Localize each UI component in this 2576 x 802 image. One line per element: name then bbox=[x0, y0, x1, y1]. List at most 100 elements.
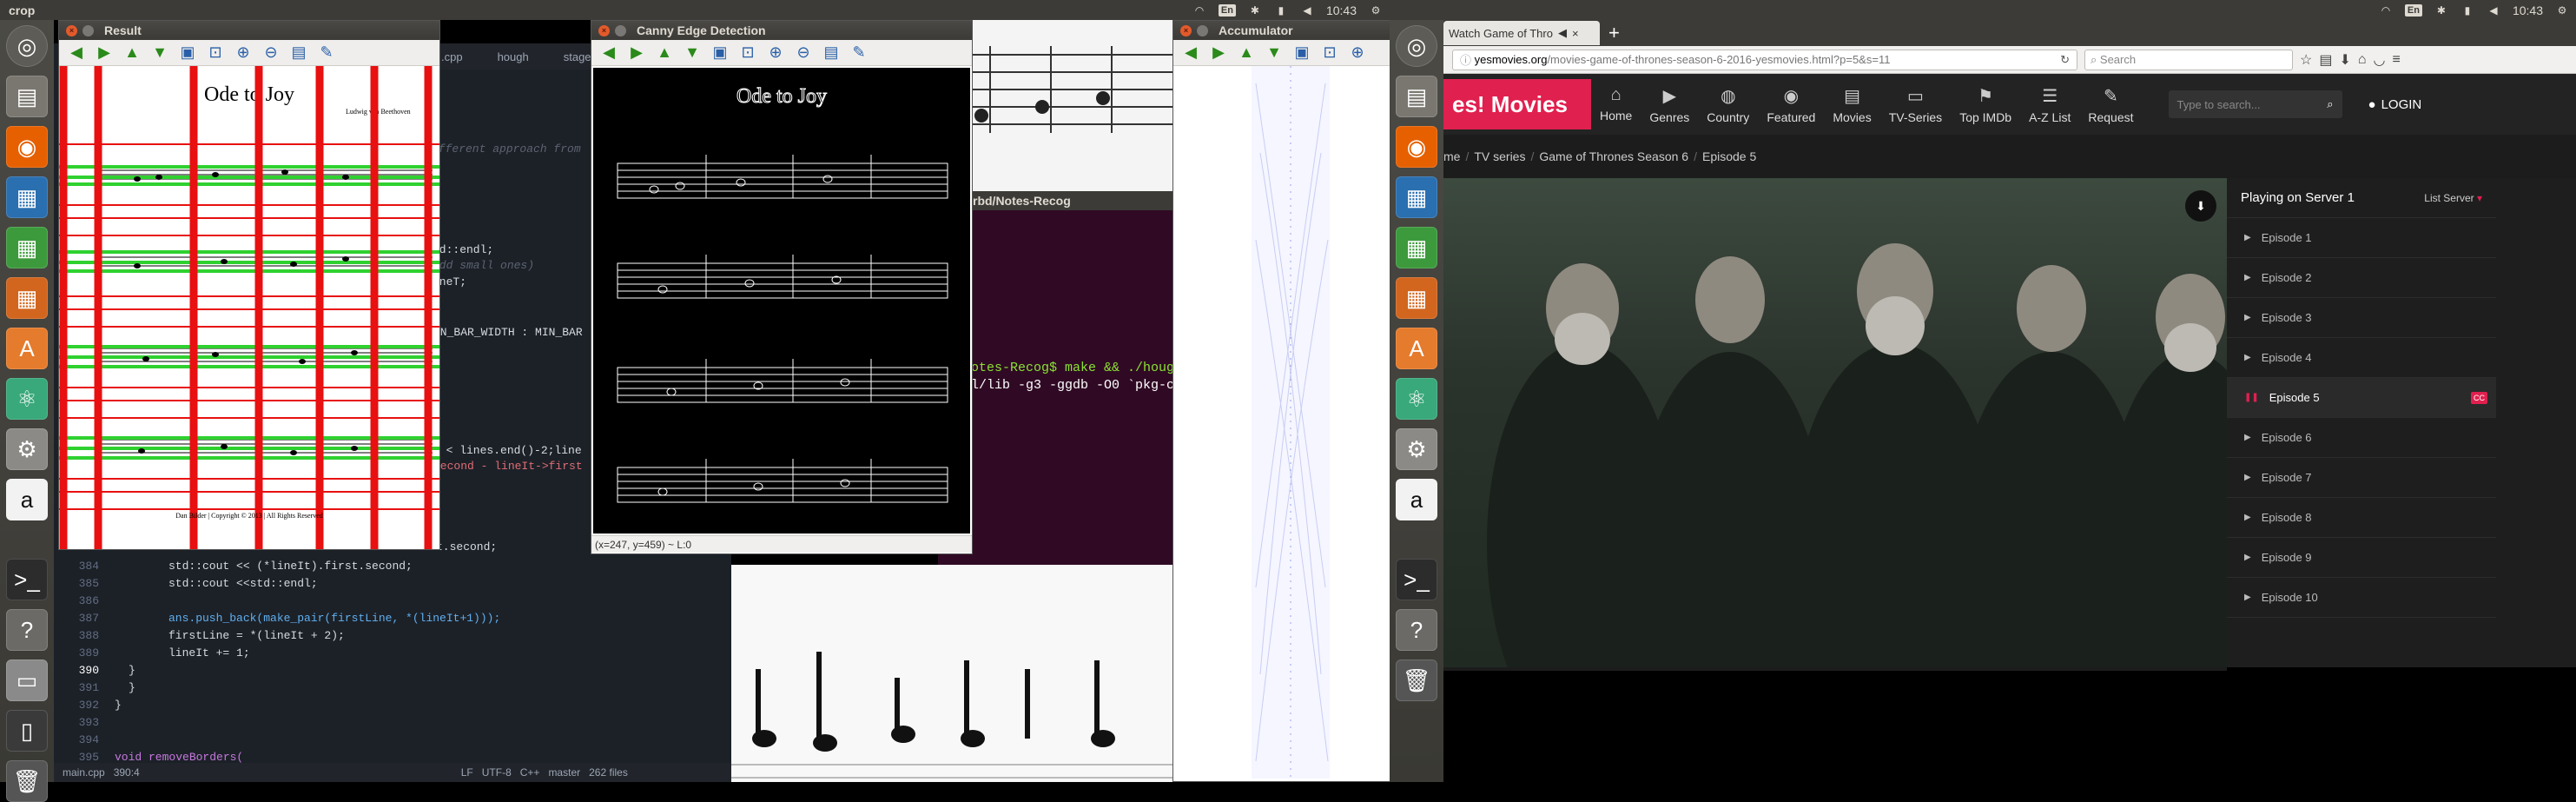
library-icon[interactable]: ▤ bbox=[2319, 51, 2332, 69]
arrow-left-icon[interactable]: ◀ bbox=[598, 43, 619, 63]
minimize-button[interactable] bbox=[1197, 25, 1208, 36]
site-search-input[interactable]: Type to search... ⌕ bbox=[2169, 90, 2342, 118]
amazon-icon[interactable]: a bbox=[1396, 479, 1437, 520]
firefox-window[interactable]: Watch Game of Thro ◀ × + ⓘ yesmovies.org… bbox=[1443, 20, 2576, 667]
session-gear-icon[interactable]: ⚙ bbox=[1369, 4, 1383, 17]
volume-icon[interactable]: ◀ bbox=[2487, 4, 2500, 17]
video-player[interactable]: ⬇ bbox=[1443, 178, 2227, 667]
canny-window[interactable]: × Canny Edge Detection ◀ ▶ ▲ ▼ ▣ ⊡ ⊕ ⊖ ▤… bbox=[591, 20, 973, 554]
arrow-up-icon[interactable]: ▲ bbox=[122, 43, 142, 63]
trash-icon[interactable]: 🗑 bbox=[1396, 659, 1437, 701]
calc-icon[interactable]: ▦ bbox=[6, 227, 48, 268]
terminal-window[interactable]: rbd/Notes-Recog ) otes-Recog$ make && ./… bbox=[938, 191, 1172, 565]
ubuntu-dash-icon[interactable]: ◎ bbox=[1396, 25, 1437, 67]
writer-icon[interactable]: ▦ bbox=[6, 176, 48, 218]
new-tab-button[interactable]: + bbox=[1608, 22, 1620, 44]
image-icon[interactable]: ▣ bbox=[710, 43, 730, 63]
files-icon[interactable]: ▤ bbox=[6, 76, 48, 117]
arrow-right-icon[interactable]: ▶ bbox=[1208, 43, 1229, 63]
nav-item-3[interactable]: ◉Featured bbox=[1767, 85, 1815, 124]
arrow-left-icon[interactable]: ◀ bbox=[66, 43, 87, 63]
episode-item[interactable]: ▶Episode 1 bbox=[2227, 218, 2496, 258]
writer-icon[interactable]: ▦ bbox=[1396, 176, 1437, 218]
volume-icon[interactable]: ◀ bbox=[1300, 4, 1314, 17]
help-icon[interactable]: ? bbox=[6, 609, 48, 651]
amazon-icon[interactable]: a bbox=[6, 479, 48, 520]
status-eol[interactable]: LF bbox=[461, 766, 473, 779]
session-gear-icon[interactable]: ⚙ bbox=[2555, 4, 2569, 17]
firefox-icon[interactable]: ◉ bbox=[6, 126, 48, 168]
keyboard-layout-indicator[interactable]: En bbox=[1219, 4, 1236, 17]
nav-item-6[interactable]: ⚑Top IMDb bbox=[1959, 85, 2011, 124]
search-icon[interactable]: ⌕ bbox=[2327, 97, 2333, 111]
episode-item[interactable]: ❚❚Episode 5CC bbox=[2227, 378, 2496, 418]
zoom-in-icon[interactable]: ⊕ bbox=[233, 43, 254, 63]
minimize-button[interactable] bbox=[83, 25, 94, 36]
close-button[interactable]: × bbox=[66, 25, 77, 36]
settings-icon[interactable]: ⚙ bbox=[6, 428, 48, 470]
nav-item-8[interactable]: ✎Request bbox=[2088, 85, 2133, 124]
login-button[interactable]: ● LOGIN bbox=[2368, 97, 2422, 112]
save-icon[interactable]: ▤ bbox=[821, 43, 842, 63]
zoom-fit-icon[interactable]: ⊡ bbox=[737, 43, 758, 63]
atom-icon[interactable]: ⚛ bbox=[6, 378, 48, 420]
close-button[interactable]: × bbox=[1180, 25, 1192, 36]
arrow-right-icon[interactable]: ▶ bbox=[94, 43, 115, 63]
breadcrumb-tv[interactable]: TV series bbox=[1474, 149, 1525, 163]
episode-item[interactable]: ▶Episode 3 bbox=[2227, 298, 2496, 338]
zoom-fit-icon[interactable]: ⊡ bbox=[1319, 43, 1340, 63]
keyboard-layout-indicator[interactable]: En bbox=[2405, 4, 2422, 17]
download-icon[interactable]: ⬇ bbox=[2185, 190, 2216, 222]
arrow-up-icon[interactable]: ▲ bbox=[1236, 43, 1257, 63]
menu-icon[interactable]: ≡ bbox=[2393, 52, 2401, 68]
zoom-in-icon[interactable]: ⊕ bbox=[765, 43, 786, 63]
arrow-down-icon[interactable]: ▼ bbox=[682, 43, 703, 63]
image-icon[interactable]: ▣ bbox=[177, 43, 198, 63]
status-encoding[interactable]: UTF-8 bbox=[482, 766, 512, 779]
bookmark-star-icon[interactable]: ☆ bbox=[2300, 51, 2312, 69]
terminal-icon[interactable]: >_ bbox=[6, 559, 48, 600]
home-icon[interactable]: ⌂ bbox=[2358, 52, 2367, 68]
accumulator-window[interactable]: × Accumulator ◀ ▶ ▲ ▼ ▣ ⊡ ⊕ bbox=[1172, 20, 1391, 782]
image-icon[interactable]: ▣ bbox=[1291, 43, 1312, 63]
properties-icon[interactable]: ✎ bbox=[849, 43, 869, 63]
battery-icon[interactable]: ▮ bbox=[1274, 4, 1288, 17]
trash-icon[interactable]: 🗑 bbox=[6, 760, 48, 802]
clock[interactable]: 10:43 bbox=[2513, 3, 2543, 17]
episode-item[interactable]: ▶Episode 4 bbox=[2227, 338, 2496, 378]
tab-audio-icon[interactable]: ◀ bbox=[1558, 26, 1567, 40]
clock[interactable]: 10:43 bbox=[1326, 3, 1357, 17]
zoom-out-icon[interactable]: ⊖ bbox=[261, 43, 281, 63]
nav-item-2[interactable]: ◍Country bbox=[1707, 85, 1749, 124]
tab-cpp[interactable]: .cpp bbox=[441, 50, 463, 63]
zoom-out-icon[interactable]: ⊖ bbox=[793, 43, 814, 63]
drive-icon[interactable]: ▭ bbox=[6, 659, 48, 701]
zoom-fit-icon[interactable]: ⊡ bbox=[205, 43, 226, 63]
active-tab[interactable]: Watch Game of Thro ◀ × bbox=[1443, 21, 1600, 45]
atom-icon[interactable]: ⚛ bbox=[1396, 378, 1437, 420]
firefox-icon[interactable]: ◉ bbox=[1396, 126, 1437, 168]
minimize-button[interactable] bbox=[615, 25, 626, 36]
wifi-icon[interactable]: ◠ bbox=[1192, 4, 1206, 17]
url-bar[interactable]: ⓘ yesmovies.org /movies-game-of-thrones-… bbox=[1452, 50, 2077, 70]
phone-icon[interactable]: ▯ bbox=[6, 710, 48, 752]
tab-stage[interactable]: stage bbox=[564, 50, 591, 63]
status-file[interactable]: main.cpp bbox=[63, 766, 105, 779]
settings-icon[interactable]: ⚙ bbox=[1396, 428, 1437, 470]
software-center-icon[interactable]: A bbox=[6, 328, 48, 369]
result-window[interactable]: × Result ◀ ▶ ▲ ▼ ▣ ⊡ ⊕ ⊖ ▤ ✎ Ode to Joy … bbox=[58, 20, 440, 550]
reload-icon[interactable]: ↻ bbox=[2060, 53, 2070, 67]
status-branch[interactable]: master bbox=[548, 766, 580, 779]
pocket-icon[interactable]: ◡ bbox=[2374, 51, 2386, 69]
download-icon[interactable]: ⬇ bbox=[2339, 51, 2350, 69]
episode-item[interactable]: ▶Episode 7 bbox=[2227, 458, 2496, 498]
status-language[interactable]: C++ bbox=[520, 766, 540, 779]
help-icon[interactable]: ? bbox=[1396, 609, 1437, 651]
nav-item-1[interactable]: ▶Genres bbox=[1649, 85, 1689, 124]
properties-icon[interactable]: ✎ bbox=[316, 43, 337, 63]
arrow-right-icon[interactable]: ▶ bbox=[626, 43, 647, 63]
nav-item-4[interactable]: ▤Movies bbox=[1833, 85, 1871, 124]
episode-item[interactable]: ▶Episode 2 bbox=[2227, 258, 2496, 298]
nav-item-7[interactable]: ☰A-Z List bbox=[2029, 85, 2071, 124]
ubuntu-dash-icon[interactable]: ◎ bbox=[6, 25, 48, 67]
